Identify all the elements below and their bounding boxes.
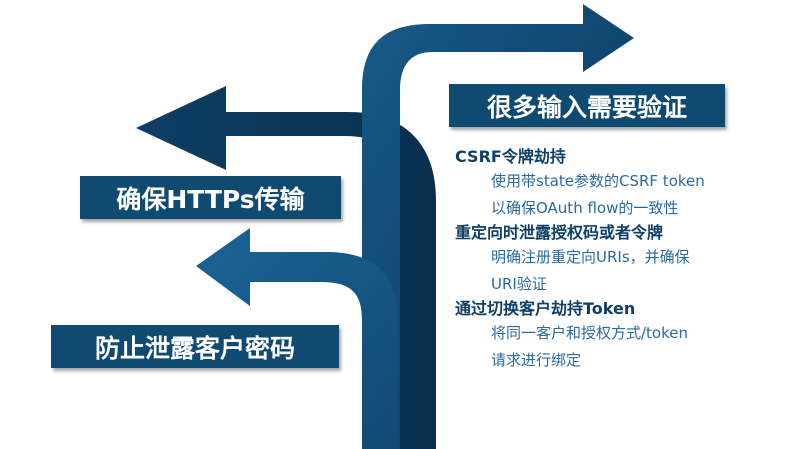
label-https-transport: 确保HTTPs传输	[80, 176, 341, 219]
label-client-secret-leak: 防止泄露客户密码	[51, 325, 339, 368]
detail-line: 将同一客户和授权方式/token	[491, 324, 689, 342]
detail-line: URI验证	[491, 275, 547, 293]
detail-heading: 通过切换客户劫持Token	[455, 299, 636, 318]
detail-line: 使用带state参数的CSRF token	[491, 172, 705, 190]
detail-line: 明确注册重定向URIs，并确保	[491, 248, 690, 266]
detail-line: 以确保OAuth flow的一致性	[491, 199, 679, 217]
details-list: CSRF令牌劫持 使用带state参数的CSRF token 以确保OAuth …	[455, 146, 785, 374]
detail-heading: CSRF令牌劫持	[455, 147, 566, 166]
label-input-validation: 很多输入需要验证	[449, 84, 725, 127]
detail-heading: 重定向时泄露授权码或者令牌	[455, 223, 664, 242]
detail-line: 请求进行绑定	[491, 351, 582, 369]
detail-item: 重定向时泄露授权码或者令牌 明确注册重定向URIs，并确保 URI验证	[455, 222, 785, 298]
detail-item: CSRF令牌劫持 使用带state参数的CSRF token 以确保OAuth …	[455, 146, 785, 222]
detail-item: 通过切换客户劫持Token 将同一客户和授权方式/token 请求进行绑定	[455, 298, 785, 374]
